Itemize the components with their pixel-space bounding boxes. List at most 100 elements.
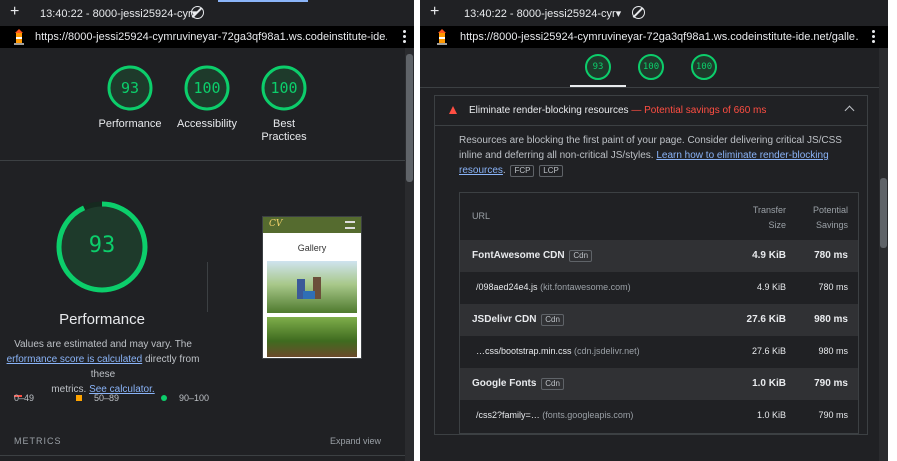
gallery-image <box>267 261 357 313</box>
note-text: metrics. <box>51 384 90 395</box>
metric-tag-lcp[interactable]: LCP <box>539 165 563 177</box>
entity-name: Google Fonts <box>472 378 537 389</box>
more-menu-icon[interactable] <box>403 30 406 45</box>
chevron-up-icon[interactable] <box>844 105 855 116</box>
more-menu-icon[interactable] <box>872 30 875 45</box>
legend-pass-marker <box>161 395 167 401</box>
gauge-tab-best-practices[interactable]: 100 <box>690 53 718 81</box>
browser-tab-bar: + 13:40:22 - 8000-jessi25924-cyr▾ <box>420 0 888 26</box>
entity-tag: Cdn <box>541 314 564 326</box>
tab-title[interactable]: 13:40:22 - 8000-jessi25924-cyr▾ <box>464 7 621 20</box>
thumbnail-heading: Gallery <box>297 243 327 253</box>
gauge-score: 93 <box>88 233 116 258</box>
lighthouse-audit-panel: + 13:40:22 - 8000-jessi25924-cyr▾ https:… <box>420 0 888 461</box>
url-text[interactable]: https://8000-jessi25924-cymruvineyar-72g… <box>460 31 860 43</box>
entity-name: FontAwesome CDN <box>472 250 565 261</box>
audit-savings: — Potential savings of 660 ms <box>631 105 767 116</box>
resource-url[interactable]: /css2?family=… <box>476 410 540 420</box>
resource-origin: (cdn.jsdelivr.net) <box>574 346 640 356</box>
transfer-size-cell: 4.9 KiB <box>756 282 786 292</box>
gauge-label: Performance <box>98 118 162 130</box>
table-row[interactable]: /css2?family=… (fonts.googleapis.com) 1.… <box>460 400 858 432</box>
lighthouse-icon <box>14 29 24 45</box>
gauge-score: 100 <box>270 79 298 97</box>
thumbnail-navbar: CV <box>263 217 361 233</box>
gallery-image <box>267 317 357 357</box>
page-screenshot-thumbnail[interactable]: CV Gallery <box>262 216 362 359</box>
legend-average-marker <box>76 395 82 401</box>
table-row[interactable]: …css/bootstrap.min.css (cdn.jsdelivr.net… <box>460 336 858 368</box>
url-cell: /098aed24e4.js (kit.fontawesome.com) <box>476 282 631 292</box>
address-bar[interactable]: https://8000-jessi25924-cymruvineyar-72g… <box>0 26 414 48</box>
gauge-label-line: Practices <box>261 131 307 143</box>
score-calculated-link[interactable]: erformance score is calculated <box>7 354 143 365</box>
url-text[interactable]: https://8000-jessi25924-cymruvineyar-72g… <box>35 31 387 43</box>
big-performance-gauge: 93 <box>54 199 150 295</box>
new-tab-icon[interactable]: + <box>10 4 19 20</box>
entity-tag: Cdn <box>541 378 564 390</box>
table-row-group[interactable]: JSDelivr CDN Cdn 27.6 KiB 980 ms <box>460 304 858 336</box>
savings-cell: 780 ms <box>814 250 848 261</box>
transfer-size-cell: 27.6 KiB <box>751 346 786 356</box>
metrics-heading: METRICS <box>14 436 62 446</box>
table-row-group[interactable]: Google Fonts Cdn 1.0 KiB 790 ms <box>460 368 858 400</box>
gauge-score: 93 <box>120 79 140 97</box>
expand-view-toggle[interactable]: Expand view <box>330 436 381 446</box>
browser-tab-bar: + 13:40:22 - 8000-jessi25924-cyr▾ <box>0 0 414 26</box>
resource-url[interactable]: …css/bootstrap.min.css <box>476 346 572 356</box>
tab-title[interactable]: 13:40:22 - 8000-jessi25924-cyr▾ <box>40 7 197 20</box>
table-row[interactable]: /098aed24e4.js (kit.fontawesome.com) 4.9… <box>460 272 858 304</box>
gauge-best-practices[interactable]: 100 <box>260 64 308 112</box>
blocked-icon[interactable] <box>632 6 645 19</box>
address-bar[interactable]: https://8000-jessi25924-cymruvineyar-72g… <box>420 26 888 48</box>
legend-range: 50–89 <box>94 393 120 403</box>
scrollbar[interactable] <box>405 48 414 461</box>
gauge-label: Accessibility <box>177 118 237 130</box>
crate <box>303 291 315 299</box>
gauge-accessibility[interactable]: 100 <box>183 64 231 112</box>
savings-cell: 790 ms <box>818 410 848 420</box>
savings-cell: 980 ms <box>818 346 848 356</box>
entity-name: JSDelivr CDN <box>472 314 537 325</box>
metric-tag-fcp[interactable]: FCP <box>510 165 535 177</box>
legend-range: 90–100 <box>179 393 210 403</box>
transfer-size-cell: 1.0 KiB <box>752 378 786 389</box>
active-score-tab-indicator <box>570 85 626 87</box>
note-text: Values are estimated and may vary. The <box>14 339 192 350</box>
audit-render-blocking: Eliminate render-blocking resources — Po… <box>434 95 868 435</box>
divider <box>0 160 405 161</box>
lighthouse-report-summary-panel: + 13:40:22 - 8000-jessi25924-cyr▾ https:… <box>0 0 414 461</box>
audit-description: Resources are blocking the first paint o… <box>459 133 859 178</box>
gauge-tab-performance[interactable]: 93 <box>584 53 612 81</box>
resources-table: URL Transfer Size Potential Savings Font… <box>459 192 859 434</box>
column-header-transfer-size: Transfer Size <box>752 205 786 230</box>
column-header-url: URL <box>472 211 491 221</box>
gauge-score: 100 <box>642 62 660 72</box>
audit-header[interactable]: Eliminate render-blocking resources — Po… <box>435 96 867 126</box>
scrollbar[interactable] <box>879 48 888 461</box>
gauge-tab-accessibility[interactable]: 100 <box>637 53 665 81</box>
resource-origin: (kit.fontawesome.com) <box>540 282 631 292</box>
active-tab-indicator <box>218 0 308 2</box>
gauge-label: Best Practices <box>244 118 324 144</box>
audit-title-text: Eliminate render-blocking resources <box>469 105 629 116</box>
gauge-performance[interactable]: 93 <box>106 64 154 112</box>
new-tab-icon[interactable]: + <box>430 4 439 20</box>
table-row-group[interactable]: FontAwesome CDN Cdn 4.9 KiB 780 ms <box>460 240 858 272</box>
fail-triangle-icon <box>449 106 457 114</box>
entity-tag: Cdn <box>569 250 593 262</box>
hamburger-icon <box>345 221 355 229</box>
divider <box>0 455 405 456</box>
resource-url[interactable]: /098aed24e4.js <box>476 282 538 292</box>
column-header-savings: Potential Savings <box>812 205 848 230</box>
scrollbar-thumb[interactable] <box>880 178 887 248</box>
score-tabs: 93 100 100 <box>420 48 888 88</box>
logo: CV <box>269 219 283 229</box>
table-header: URL Transfer Size Potential Savings <box>460 193 858 240</box>
scrollbar-thumb[interactable] <box>406 54 413 182</box>
url-cell: …css/bootstrap.min.css (cdn.jsdelivr.net… <box>476 346 640 356</box>
savings-cell: 790 ms <box>814 378 848 389</box>
savings-cell: 780 ms <box>818 282 848 292</box>
desc-text: . <box>502 165 506 176</box>
blocked-icon[interactable] <box>191 6 204 19</box>
